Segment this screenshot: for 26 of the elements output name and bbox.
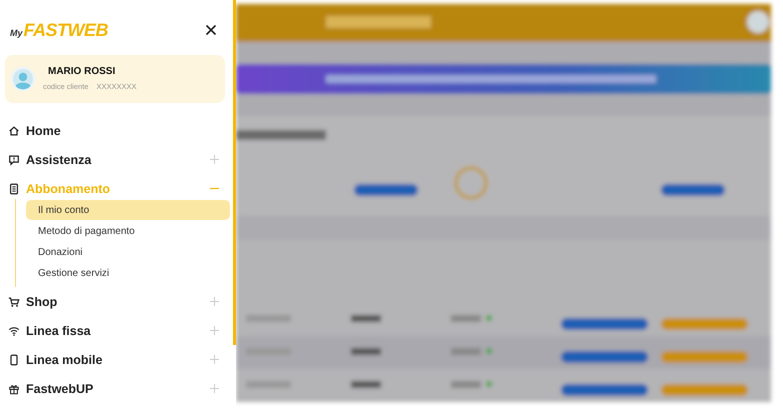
submenu-item[interactable]: Il mio conto <box>26 200 230 220</box>
customer-name: MARIO ROSSI <box>47 66 116 76</box>
menu-item-icon <box>8 124 20 136</box>
menu-item-icon <box>8 354 20 366</box>
menu-item-icon <box>8 182 20 194</box>
close-icon[interactable] <box>205 24 217 36</box>
menu-item-icon <box>8 154 20 166</box>
logo: MyFASTWEB <box>10 20 108 40</box>
menu-item-icon <box>8 296 20 308</box>
menu-item[interactable]: FastwebUP <box>0 374 233 403</box>
menu-item[interactable]: Assistenza <box>0 145 233 174</box>
submenu-item[interactable]: Donazioni <box>26 242 230 262</box>
menu-item[interactable]: Linea fissa <box>0 316 233 345</box>
plus-icon <box>210 384 219 393</box>
menu-item[interactable]: Home <box>0 116 233 145</box>
menu-item[interactable]: Shop <box>0 287 233 316</box>
plus-icon <box>210 155 219 164</box>
submenu-item[interactable]: Gestione servizi <box>26 263 230 283</box>
plus-icon <box>210 326 219 335</box>
plus-icon <box>210 355 219 364</box>
plus-icon <box>210 297 219 306</box>
menu-item[interactable]: Linea mobile <box>0 345 233 374</box>
avatar-icon <box>10 66 36 92</box>
menu-item-icon <box>8 382 20 394</box>
menu-item-icon <box>8 324 20 336</box>
submenu-item[interactable]: Metodo di pagamento <box>26 221 230 241</box>
